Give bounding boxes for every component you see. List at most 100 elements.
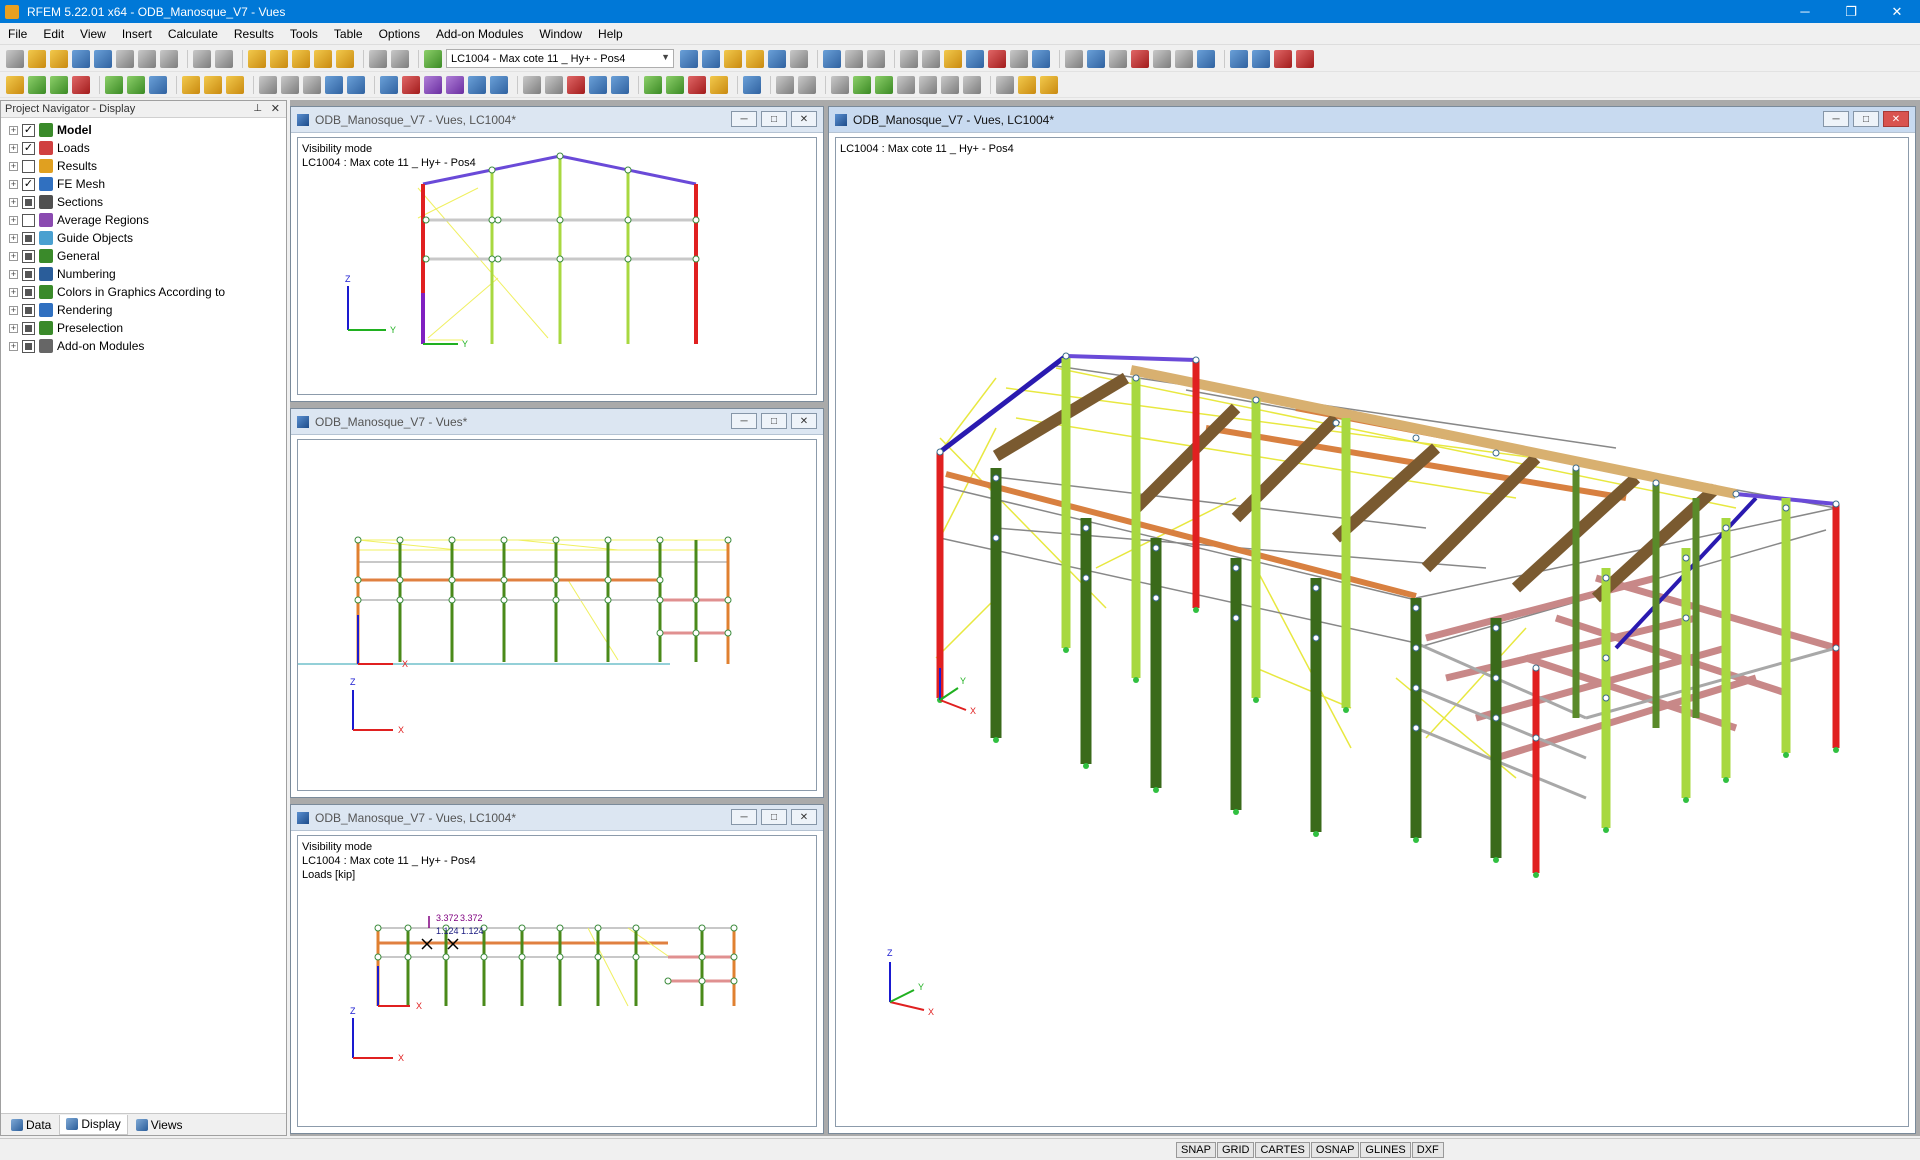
show-loads-icon[interactable] (724, 50, 742, 68)
table-grid-icon[interactable] (963, 76, 981, 94)
link-icon[interactable] (798, 76, 816, 94)
save-all-icon[interactable] (72, 50, 90, 68)
zoom-all-icon[interactable] (1230, 50, 1248, 68)
expand-icon[interactable]: + (9, 324, 18, 333)
tree-item[interactable]: +Guide Objects (1, 229, 286, 247)
release-icon[interactable] (1010, 50, 1028, 68)
divide-member-icon[interactable] (380, 76, 398, 94)
expand-icon[interactable]: + (9, 180, 18, 189)
close-button[interactable]: ✕ (791, 111, 817, 127)
tree-item[interactable]: +Colors in Graphics According to (1, 283, 286, 301)
maximize-button[interactable]: □ (761, 111, 787, 127)
dimension-line-icon[interactable] (831, 76, 849, 94)
graphics-canvas[interactable]: Visibility mode LC1004 : Max cote 11 _ H… (297, 137, 817, 395)
target-icon[interactable] (292, 50, 310, 68)
pin-icon[interactable]: ⊥ (253, 103, 262, 114)
animation-icon[interactable] (823, 50, 841, 68)
menu-insert[interactable]: Insert (122, 27, 152, 41)
select-icon[interactable] (314, 50, 332, 68)
cube-view-icon[interactable] (589, 76, 607, 94)
scale-icon[interactable] (347, 76, 365, 94)
minimize-button[interactable]: ─ (1823, 111, 1849, 127)
check-icon[interactable] (1040, 76, 1058, 94)
filter-supports-icon[interactable] (567, 76, 585, 94)
show-results-icon[interactable] (746, 50, 764, 68)
copy-icon[interactable] (336, 50, 354, 68)
tree-checkbox[interactable]: ✓ (22, 142, 35, 155)
menu-calculate[interactable]: Calculate (168, 27, 218, 41)
minimize-button[interactable]: ─ (731, 111, 757, 127)
table-icon[interactable] (369, 50, 387, 68)
edit-icon[interactable] (248, 50, 266, 68)
node-icon[interactable] (1153, 50, 1171, 68)
expand-icon[interactable]: + (9, 288, 18, 297)
menu-table[interactable]: Table (334, 27, 363, 41)
report-icon[interactable] (996, 76, 1014, 94)
view-z-icon[interactable] (688, 76, 706, 94)
show-hide-icon[interactable] (743, 76, 761, 94)
tree-item[interactable]: +Rendering (1, 301, 286, 319)
tree-item[interactable]: +✓FE Mesh (1, 175, 286, 193)
stair-icon[interactable] (919, 76, 937, 94)
merge-icon[interactable] (424, 76, 442, 94)
window-titlebar[interactable]: ODB_Manosque_V7 - Vues* ─ □ ✕ (291, 409, 823, 435)
tree-checkbox[interactable] (22, 196, 35, 209)
project-icon[interactable] (325, 76, 343, 94)
new-member-icon[interactable] (50, 76, 68, 94)
new-opening-icon[interactable] (149, 76, 167, 94)
grid-icon[interactable] (391, 50, 409, 68)
layout-icon[interactable] (941, 76, 959, 94)
menu-window[interactable]: Window (539, 27, 582, 41)
view-y-icon[interactable] (666, 76, 684, 94)
previous-load-case-icon[interactable] (680, 50, 698, 68)
tree-checkbox[interactable] (22, 286, 35, 299)
tree-checkbox[interactable] (22, 340, 35, 353)
block-icon[interactable] (875, 76, 893, 94)
tree-item[interactable]: +Results (1, 157, 286, 175)
member-load-icon[interactable] (204, 76, 222, 94)
maximize-button[interactable]: □ (761, 413, 787, 429)
window-titlebar[interactable]: ODB_Manosque_V7 - Vues, LC1004* ─ □ ✕ (291, 805, 823, 831)
tree-checkbox[interactable] (22, 160, 35, 173)
new-support-icon[interactable] (72, 76, 90, 94)
isometric-view-window[interactable]: ODB_Manosque_V7 - Vues, LC1004* ─ □ ✕ LC… (828, 106, 1916, 1134)
measure-icon[interactable] (1065, 50, 1083, 68)
chevron-down-icon[interactable]: ▼ (661, 52, 670, 62)
visibility-icon[interactable] (1032, 50, 1050, 68)
settings-icon[interactable] (1018, 76, 1036, 94)
connect-lines-icon[interactable] (402, 76, 420, 94)
minimize-button[interactable]: ─ (731, 809, 757, 825)
tab-data[interactable]: Data (5, 1115, 57, 1135)
new-node-icon[interactable] (6, 76, 24, 94)
menu-options[interactable]: Options (379, 27, 420, 41)
menu-help[interactable]: Help (598, 27, 623, 41)
tree-checkbox[interactable] (22, 304, 35, 317)
close-button[interactable]: ✕ (791, 809, 817, 825)
values-icon[interactable] (790, 50, 808, 68)
filter-icon[interactable] (523, 76, 541, 94)
move-icon[interactable] (259, 76, 277, 94)
window-titlebar[interactable]: ODB_Manosque_V7 - Vues, LC1004* ─ □ ✕ (829, 107, 1915, 133)
mirror-icon[interactable] (303, 76, 321, 94)
redo-icon[interactable] (215, 50, 233, 68)
generate-icon[interactable] (468, 76, 486, 94)
tab-display[interactable]: Display (59, 1115, 127, 1135)
dxf-toggle[interactable]: DXF (1412, 1142, 1444, 1158)
view-x-icon[interactable] (644, 76, 662, 94)
new-file-icon[interactable] (6, 50, 24, 68)
tree-item[interactable]: +Average Regions (1, 211, 286, 229)
tree-item[interactable]: +General (1, 247, 286, 265)
filter-members-icon[interactable] (545, 76, 563, 94)
intersect-icon[interactable] (446, 76, 464, 94)
wireframe-icon[interactable] (900, 50, 918, 68)
maximize-button[interactable]: □ (761, 809, 787, 825)
graphics-canvas[interactable]: LC1004 : Max cote 11 _ Hy+ - Pos4 (835, 137, 1909, 1127)
load-case-select[interactable]: LC1004 - Max cote 11 _ Hy+ - Pos4 ▼ (446, 49, 674, 68)
close-button[interactable]: ✕ (791, 413, 817, 429)
menu-edit[interactable]: Edit (43, 27, 64, 41)
new-surface-icon[interactable] (105, 76, 123, 94)
expand-icon[interactable]: + (9, 216, 18, 225)
expand-icon[interactable]: + (9, 162, 18, 171)
result-table-icon[interactable] (845, 50, 863, 68)
undo-icon[interactable] (193, 50, 211, 68)
